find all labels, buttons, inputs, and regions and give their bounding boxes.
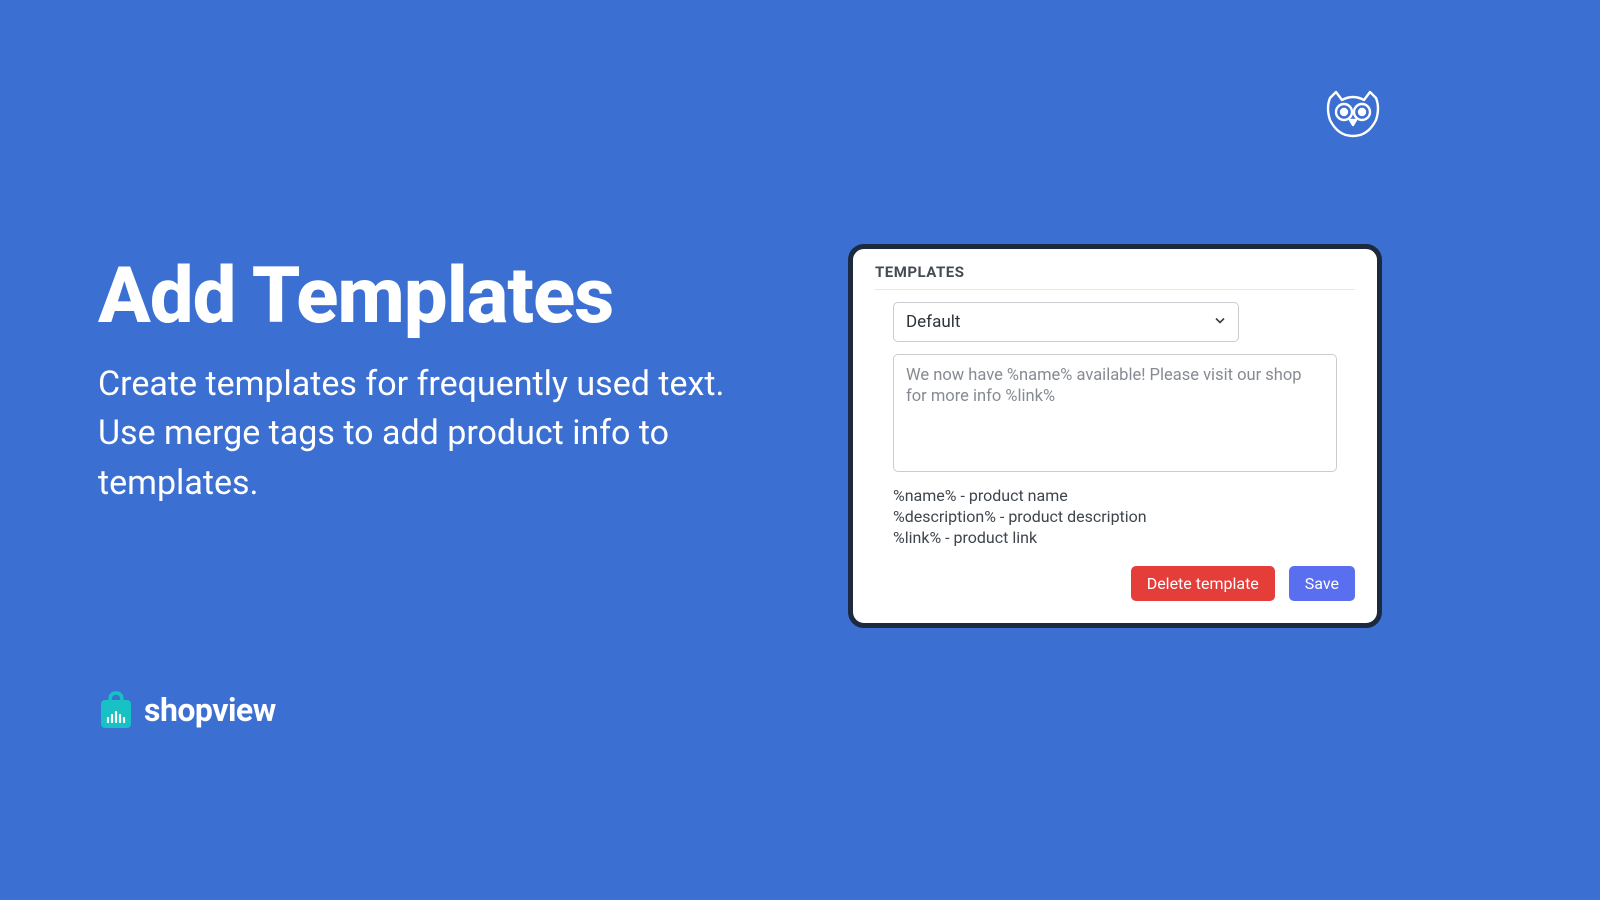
hint-line: %description% - product description <box>893 507 1355 528</box>
save-button[interactable]: Save <box>1289 566 1355 601</box>
template-select-wrap: Default <box>893 302 1239 342</box>
template-select[interactable]: Default <box>893 302 1239 342</box>
brand-name: shopview <box>144 691 276 729</box>
owl-icon <box>1324 88 1382 140</box>
hint-line: %name% - product name <box>893 486 1355 507</box>
panel-actions: Delete template Save <box>875 566 1355 601</box>
panel-header: TEMPLATES <box>875 263 1355 290</box>
hero-section: Add Templates Create templates for frequ… <box>98 258 748 508</box>
templates-panel: TEMPLATES Default %name% - product name … <box>848 244 1382 628</box>
page-title: Add Templates <box>98 258 748 336</box>
shopping-bag-icon <box>98 690 134 730</box>
merge-tag-hints: %name% - product name %description% - pr… <box>893 486 1355 548</box>
delete-template-button[interactable]: Delete template <box>1131 566 1275 601</box>
hint-line: %link% - product link <box>893 528 1355 549</box>
page-subtitle: Create templates for frequently used tex… <box>98 360 748 508</box>
template-select-value: Default <box>906 312 960 332</box>
template-body-textarea[interactable] <box>893 354 1337 472</box>
brand-logo: shopview <box>98 690 276 730</box>
